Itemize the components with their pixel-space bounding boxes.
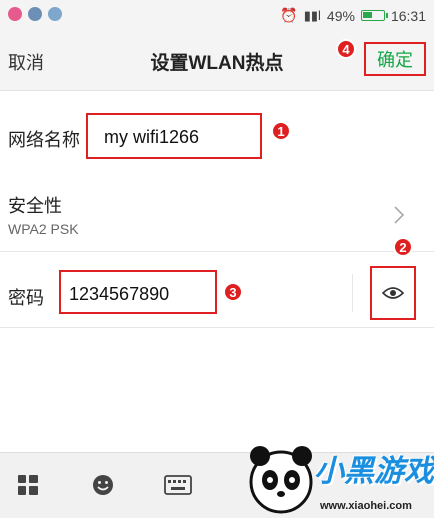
apps-grid-icon[interactable] — [16, 473, 40, 497]
security-label: 安全性 — [8, 196, 62, 216]
app-notification-icon — [8, 7, 22, 21]
password-field[interactable]: 1234567890 — [59, 270, 217, 314]
password-row: 密码 1234567890 3 — [0, 262, 434, 328]
security-row[interactable]: 安全性 WPA2 PSK — [0, 181, 434, 252]
confirm-label: 确定 — [377, 50, 413, 70]
battery-percent: 49% — [326, 7, 355, 24]
divider — [352, 274, 353, 312]
security-value: WPA2 PSK — [8, 221, 79, 237]
password-label: 密码 — [8, 288, 44, 308]
watermark-logo: 小黑游戏 www.xiaohei.com — [238, 438, 434, 517]
battery-icon — [360, 10, 388, 21]
panda-logo-icon — [249, 446, 313, 514]
status-bar: ⏰ ▮▮l 49% 16:31 — [0, 0, 434, 30]
signal-icon: ▮▮l — [303, 7, 321, 23]
annotation-badge-4: 4 — [336, 39, 356, 59]
annotation-badge-1: 1 — [271, 121, 291, 141]
status-right: ⏰ ▮▮l 49% 16:31 — [280, 7, 426, 24]
eye-icon — [382, 287, 404, 299]
logo-wordmark: 小黑游戏 — [314, 455, 434, 488]
annotation-badge-2: 2 — [393, 237, 413, 257]
network-name-row: 网络名称 my wifi1266 1 — [0, 91, 434, 182]
app-notification-icon — [28, 7, 42, 21]
show-password-toggle[interactable] — [370, 266, 416, 320]
confirm-button[interactable]: 确定 — [364, 42, 426, 76]
watermark-url: www.xiaohei.com — [320, 500, 412, 512]
app-notification-icon — [48, 7, 62, 21]
keyboard-icon[interactable] — [164, 473, 192, 497]
chevron-right-icon — [394, 206, 405, 224]
alarm-icon: ⏰ — [280, 7, 298, 23]
network-name-label: 网络名称 — [8, 130, 80, 150]
emoji-icon[interactable] — [91, 473, 115, 497]
network-name-input[interactable]: my wifi1266 — [104, 127, 199, 148]
password-input[interactable]: 1234567890 — [69, 284, 169, 305]
clock: 16:31 — [390, 7, 426, 24]
title-bar: 取消 设置WLAN热点 4 确定 — [0, 30, 434, 91]
annotation-badge-3: 3 — [223, 282, 243, 302]
network-name-field[interactable]: my wifi1266 — [86, 113, 262, 159]
